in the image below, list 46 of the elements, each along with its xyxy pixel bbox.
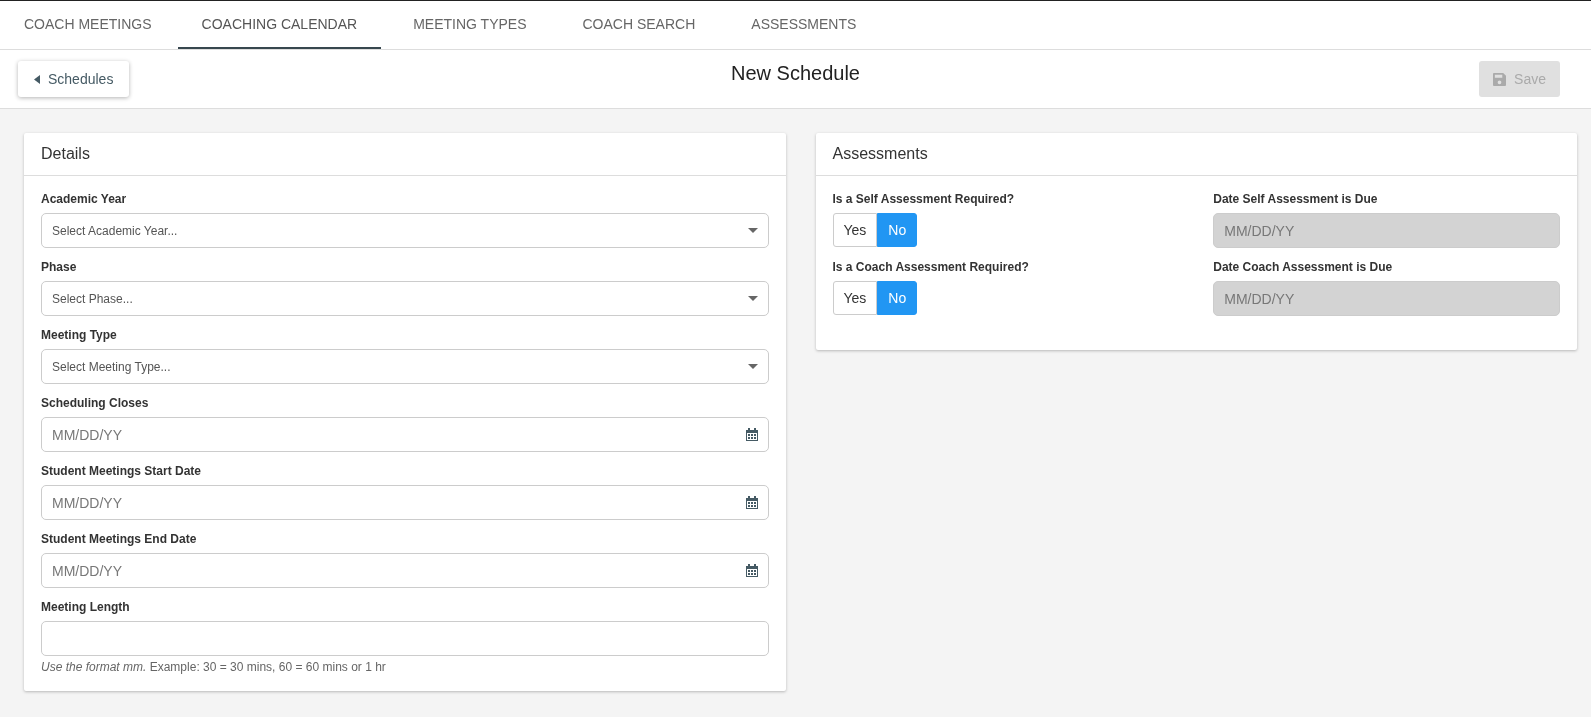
calendar-icon xyxy=(745,496,758,509)
field-label: Is a Coach Assessment Required? xyxy=(832,260,1030,274)
select-field[interactable]: Select Meeting Type... xyxy=(41,349,769,384)
nav-tab[interactable]: ASSESSMENTS xyxy=(727,1,881,49)
toggle-option[interactable]: Yes xyxy=(832,281,878,315)
nav-tab[interactable]: COACH SEARCH xyxy=(558,1,720,49)
placeholder-text: Select Phase... xyxy=(52,291,133,306)
input-field[interactable] xyxy=(41,621,769,656)
field-label: Phase xyxy=(41,260,78,274)
placeholder-text: Select Meeting Type... xyxy=(52,359,171,374)
calendar-icon xyxy=(745,428,758,441)
field-label: Student Meetings Start Date xyxy=(41,464,203,478)
nav-tab[interactable]: MEETING TYPES xyxy=(389,1,551,49)
field-label: Academic Year xyxy=(41,192,128,206)
field-label: Is a Self Assessment Required? xyxy=(832,192,1016,206)
field-label: Meeting Length xyxy=(41,600,131,614)
field-label: Student Meetings End Date xyxy=(41,532,198,546)
placeholder-text: MM/DD/YY xyxy=(52,562,122,579)
calendar-icon xyxy=(745,564,758,577)
card-title: Details xyxy=(24,133,786,176)
placeholder-text: MM/DD/YY xyxy=(52,426,122,443)
caret-left-icon xyxy=(34,74,40,84)
page-title: New Schedule xyxy=(731,62,860,85)
toggle-option[interactable]: No xyxy=(877,213,918,247)
date-field[interactable]: MM/DD/YY xyxy=(41,553,769,588)
toggle-option[interactable]: No xyxy=(877,281,918,315)
placeholder-text: Select Academic Year... xyxy=(52,223,178,238)
field-label: Date Coach Assessment is Due xyxy=(1213,260,1394,274)
dropdown-arrow-icon xyxy=(747,364,758,369)
placeholder-text: MM/DD/YY xyxy=(1224,290,1295,307)
back-button[interactable]: Schedules xyxy=(18,61,130,97)
placeholder-text: MM/DD/YY xyxy=(1224,222,1295,239)
field-label: Date Self Assessment is Due xyxy=(1213,192,1379,206)
date-field[interactable]: MM/DD/YY xyxy=(41,485,769,520)
hint-text: Use the format mm. Example: 30 = 30 mins, 60 = 60 mins or 1 hr xyxy=(41,660,387,674)
dropdown-arrow-icon xyxy=(747,296,758,301)
date-field[interactable]: MM/DD/YY xyxy=(41,417,769,452)
toggle-option[interactable]: Yes xyxy=(832,213,878,247)
field-label: Scheduling Closes xyxy=(41,396,150,410)
placeholder-text: MM/DD/YY xyxy=(52,494,122,511)
nav-tab[interactable]: COACH MEETINGS xyxy=(0,1,176,49)
select-field[interactable]: Select Phase... xyxy=(41,281,769,316)
select-field[interactable]: Select Academic Year... xyxy=(41,213,769,248)
card-title: Assessments xyxy=(815,133,1577,176)
field-label: Meeting Type xyxy=(41,328,118,342)
dropdown-arrow-icon xyxy=(747,228,758,233)
